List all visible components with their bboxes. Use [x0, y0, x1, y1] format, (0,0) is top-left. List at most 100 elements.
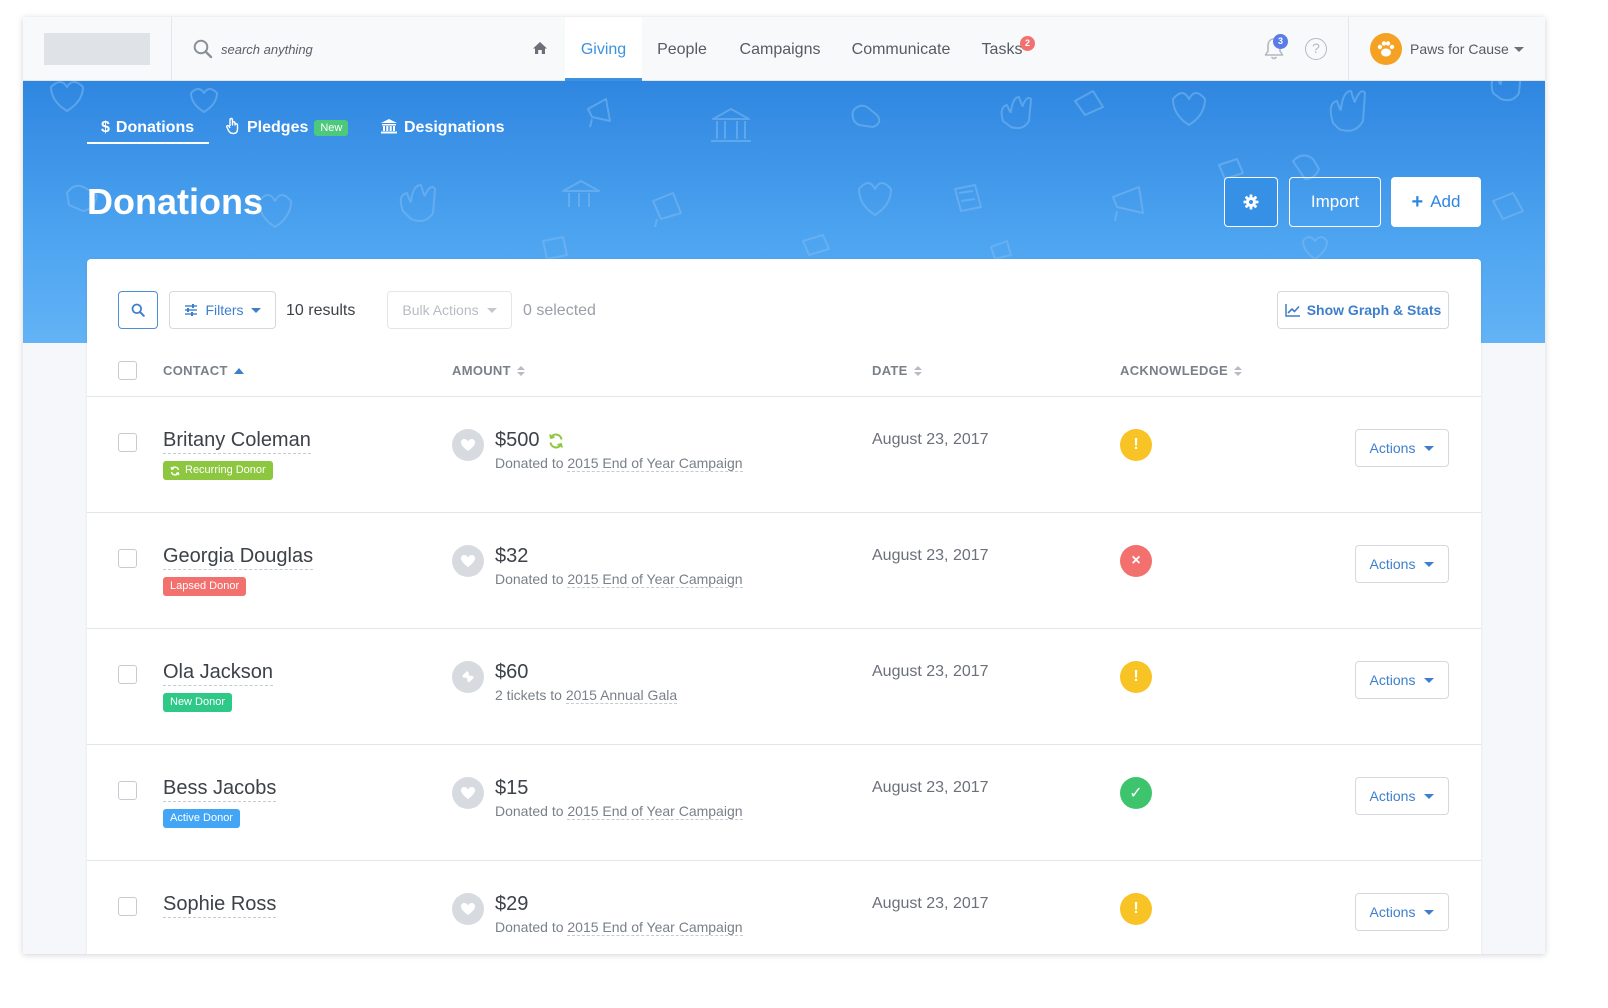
- row-actions-button[interactable]: Actions: [1355, 661, 1449, 699]
- subtab-donations[interactable]: $ Donations: [101, 113, 194, 143]
- donation-description: 2 tickets to 2015 Annual Gala: [495, 687, 678, 704]
- contact-name-link[interactable]: Sophie Ross: [163, 893, 277, 918]
- org-name[interactable]: Paws for Cause: [1410, 41, 1509, 57]
- row-actions-button[interactable]: Actions: [1355, 429, 1449, 467]
- home-icon[interactable]: [532, 41, 548, 60]
- column-header-label: ACKNOWLEDGE: [1120, 363, 1229, 378]
- heart-icon: [452, 545, 484, 577]
- campaign-link[interactable]: 2015 End of Year Campaign: [567, 919, 743, 936]
- actions-label: Actions: [1369, 788, 1416, 804]
- show-graph-stats-button[interactable]: Show Graph & Stats: [1277, 291, 1449, 329]
- acknowledge-failed-icon[interactable]: ×: [1120, 545, 1152, 577]
- nav-tab-label: Campaigns: [739, 41, 821, 58]
- acknowledge-pending-icon[interactable]: !: [1120, 429, 1152, 461]
- nav-tab-giving[interactable]: Giving: [565, 17, 642, 81]
- row-checkbox[interactable]: [118, 781, 137, 800]
- column-header-acknowledge[interactable]: ACKNOWLEDGE: [1120, 363, 1243, 378]
- active-donor-badge: Active Donor: [163, 809, 240, 828]
- donation-description: Donated to 2015 End of Year Campaign: [495, 803, 743, 820]
- event-link[interactable]: 2015 Annual Gala: [565, 687, 678, 704]
- contact-name-link[interactable]: Britany Coleman: [163, 429, 311, 454]
- chevron-down-icon: [1424, 445, 1435, 451]
- acknowledge-pending-icon[interactable]: !: [1120, 893, 1152, 925]
- table-row[interactable]: Britany Coleman Recurring Donor $500 Don…: [87, 396, 1481, 512]
- donation-amount: $60: [495, 661, 528, 684]
- global-search-input[interactable]: [221, 39, 521, 59]
- donation-amount: $29: [495, 893, 528, 916]
- nav-divider: [1348, 17, 1349, 81]
- contact-name-link[interactable]: Bess Jacobs: [163, 777, 277, 802]
- nav-tab-label: Communicate: [851, 41, 951, 58]
- column-header-amount[interactable]: AMOUNT: [452, 363, 525, 378]
- sort-ascending-icon: [233, 367, 244, 374]
- row-checkbox[interactable]: [118, 433, 137, 452]
- settings-button[interactable]: [1224, 177, 1278, 227]
- campaign-link[interactable]: 2015 End of Year Campaign: [567, 803, 743, 820]
- campaign-link[interactable]: 2015 End of Year Campaign: [567, 455, 743, 472]
- paw-icon: [1377, 41, 1395, 57]
- sort-icon: [913, 365, 922, 376]
- table-row[interactable]: Georgia Douglas Lapsed Donor $32 Donated…: [87, 512, 1481, 628]
- actions-label: Actions: [1369, 556, 1416, 572]
- column-header-date[interactable]: DATE: [872, 363, 922, 378]
- acknowledge-pending-icon[interactable]: !: [1120, 661, 1152, 693]
- add-label: Add: [1430, 192, 1461, 211]
- import-button[interactable]: Import: [1289, 177, 1381, 227]
- filters-button[interactable]: Filters: [169, 291, 276, 329]
- donation-date: August 23, 2017: [872, 431, 989, 448]
- add-donation-button[interactable]: + Add: [1391, 177, 1481, 227]
- select-all-checkbox[interactable]: [118, 361, 137, 380]
- tasks-count-badge: 2: [1020, 36, 1035, 51]
- chevron-down-icon: [486, 307, 497, 313]
- nav-tab-campaigns[interactable]: Campaigns: [732, 17, 828, 81]
- row-actions-button[interactable]: Actions: [1355, 893, 1449, 931]
- bulk-actions-button[interactable]: Bulk Actions: [387, 291, 512, 329]
- table-row[interactable]: Bess Jacobs Active Donor $15 Donated to …: [87, 744, 1481, 860]
- description-prefix: Donated to: [495, 803, 564, 819]
- contact-name-link[interactable]: Georgia Douglas: [163, 545, 314, 570]
- table-row[interactable]: Ola Jackson New Donor $60 2 tickets to 2…: [87, 628, 1481, 744]
- logo-placeholder[interactable]: [44, 33, 150, 65]
- nav-tab-label: Giving: [580, 41, 627, 58]
- chevron-down-icon[interactable]: [1514, 47, 1524, 52]
- row-checkbox[interactable]: [118, 897, 137, 916]
- nav-tab-people[interactable]: People: [650, 17, 714, 81]
- contact-name-link[interactable]: Ola Jackson: [163, 661, 274, 686]
- heart-icon: [452, 893, 484, 925]
- donation-amount: $500: [495, 429, 564, 452]
- subtab-label: Pledges: [247, 119, 309, 136]
- row-actions-button[interactable]: Actions: [1355, 545, 1449, 583]
- chevron-down-icon: [250, 307, 261, 313]
- dollar-icon: $: [101, 119, 110, 136]
- acknowledge-done-icon[interactable]: ✓: [1120, 777, 1152, 809]
- campaign-link[interactable]: 2015 End of Year Campaign: [567, 571, 743, 588]
- sort-icon: [1234, 365, 1243, 376]
- table-row[interactable]: Sophie Ross $29 Donated to 2015 End of Y…: [87, 860, 1481, 954]
- row-actions-button[interactable]: Actions: [1355, 777, 1449, 815]
- org-avatar[interactable]: [1370, 33, 1402, 65]
- subtab-designations[interactable]: Designations: [380, 113, 504, 143]
- gear-icon: [1243, 194, 1259, 210]
- nav-tab-label: People: [657, 41, 707, 58]
- column-header-contact[interactable]: CONTACT: [163, 363, 244, 378]
- donations-table-card: Filters 10 results Bulk Actions 0 select…: [87, 259, 1481, 954]
- amount-value: $500: [495, 429, 540, 451]
- recurring-icon: [548, 433, 563, 448]
- row-checkbox[interactable]: [118, 549, 137, 568]
- table-search-button[interactable]: [118, 291, 158, 329]
- line-chart-icon: [1284, 304, 1300, 317]
- sliders-icon: [185, 304, 198, 316]
- help-icon[interactable]: ?: [1305, 38, 1327, 60]
- results-count: 10 results: [286, 302, 356, 319]
- chevron-down-icon: [1424, 561, 1435, 567]
- subtab-pledges[interactable]: Pledges New: [225, 113, 349, 143]
- donor-tag-label: Lapsed Donor: [170, 580, 240, 592]
- donation-description: Donated to 2015 End of Year Campaign: [495, 571, 743, 588]
- description-prefix: Donated to: [495, 571, 564, 587]
- nav-tab-tasks[interactable]: Tasks: [977, 17, 1027, 81]
- refresh-icon: [170, 465, 180, 476]
- row-checkbox[interactable]: [118, 665, 137, 684]
- recurring-donor-badge: Recurring Donor: [163, 461, 273, 480]
- nav-tab-communicate[interactable]: Communicate: [844, 17, 958, 81]
- donation-description: Donated to 2015 End of Year Campaign: [495, 919, 743, 936]
